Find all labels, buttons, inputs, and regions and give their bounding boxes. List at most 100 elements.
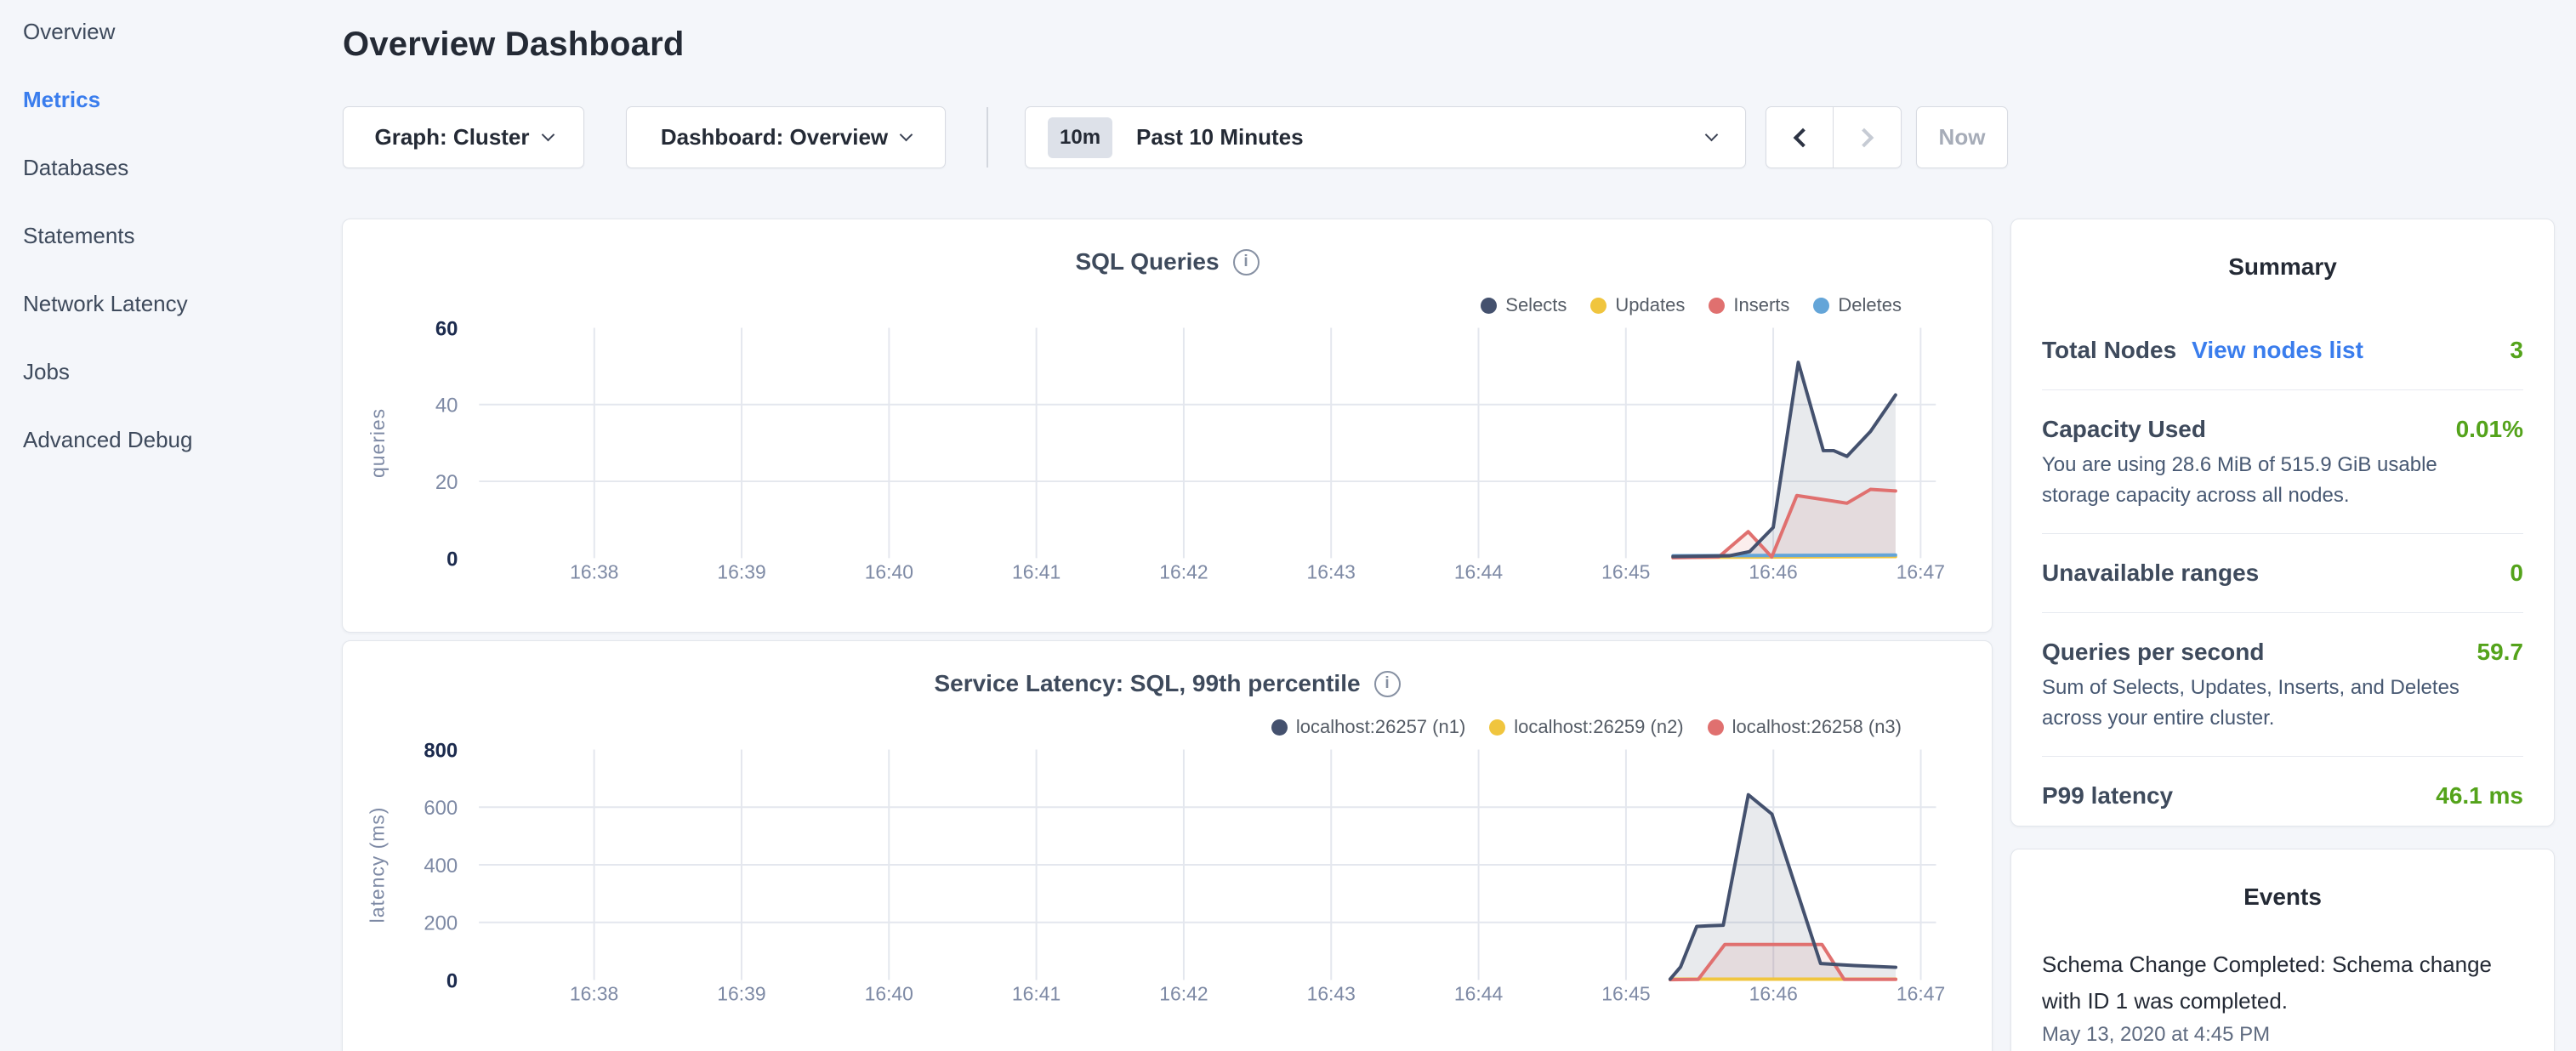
legend-label: Updates — [1615, 294, 1685, 316]
legend-label: localhost:26257 (n1) — [1296, 716, 1465, 738]
graph-scope-dropdown[interactable]: Graph: Cluster — [343, 106, 584, 168]
sidebar-item-jobs[interactable]: Jobs — [23, 354, 192, 422]
summary-row-label: Queries per second — [2042, 635, 2264, 669]
sidebar-item-metrics[interactable]: Metrics — [23, 82, 192, 150]
x-tick-label: 16:42 — [1159, 982, 1208, 1004]
dashboard-dropdown[interactable]: Dashboard: Overview — [626, 106, 946, 168]
summary-row-value: 46.1 ms — [2436, 782, 2523, 810]
info-icon[interactable]: i — [1374, 671, 1401, 697]
sidebar-item-databases[interactable]: Databases — [23, 150, 192, 218]
info-icon[interactable]: i — [1233, 249, 1260, 276]
y-tick-label: 60 — [435, 317, 458, 340]
legend-item[interactable]: Updates — [1590, 294, 1685, 316]
event-item[interactable]: Schema Change Completed: Schema change w… — [2042, 946, 2523, 1047]
sidebar-item-network-latency[interactable]: Network Latency — [23, 286, 192, 354]
y-tick-label: 400 — [424, 855, 458, 878]
x-tick-label: 16:46 — [1749, 560, 1797, 582]
y-tick-label: 600 — [424, 797, 458, 820]
legend-item[interactable]: Selects — [1481, 294, 1567, 316]
graph-scope-dropdown-label: Graph: Cluster — [374, 124, 529, 151]
summary-row-value: 59.7 — [2477, 639, 2524, 666]
now-button[interactable]: Now — [1916, 106, 2008, 168]
summary-row: Capacity Used 0.01% You are using 28.6 MiB… — [2042, 390, 2523, 534]
x-tick-label: 16:39 — [717, 560, 765, 582]
x-tick-label: 16:41 — [1012, 560, 1061, 582]
y-tick-label: 40 — [435, 395, 458, 418]
summary-row: Unavailable ranges 0 — [2042, 534, 2523, 613]
prev-time-range-button[interactable] — [1766, 107, 1834, 168]
x-tick-label: 16:40 — [865, 982, 913, 1004]
event-text: Schema Change Completed: Schema change w… — [2042, 946, 2510, 1020]
y-tick-label: 200 — [424, 912, 458, 935]
legend-item[interactable]: localhost:26258 (n3) — [1708, 716, 1902, 738]
event-timestamp: May 13, 2020 at 4:45 PM — [2042, 1023, 2523, 1047]
y-tick-label: 800 — [424, 739, 458, 762]
summary-row-value: 3 — [2510, 337, 2523, 364]
sql-queries-chart: 16:38 16:39 16:40 16:41 16:42 16:43 16:44 16:45… — [343, 219, 1992, 632]
x-tick-label: 16:43 — [1307, 982, 1356, 1004]
events-panel: Events Schema Change Completed: Schema c… — [2010, 849, 2555, 1051]
x-tick-label: 16:38 — [570, 982, 618, 1004]
sidebar: OverviewMetricsDatabasesStatementsNetwor… — [0, 0, 340, 1051]
y-tick-label: 0 — [446, 969, 458, 992]
legend-label: Inserts — [1733, 294, 1789, 316]
toolbar-divider — [987, 107, 988, 168]
legend-dot-icon — [1271, 719, 1288, 736]
y-tick-label: 0 — [446, 548, 458, 571]
x-tick-label: 16:39 — [717, 982, 765, 1004]
x-tick-label: 16:40 — [865, 560, 913, 582]
page-title: Overview Dashboard — [343, 26, 685, 64]
x-tick-label: 16:42 — [1159, 560, 1208, 582]
series-area — [1670, 795, 1896, 980]
summary-row: P99 latency 46.1 ms — [2042, 757, 2523, 835]
app-root: OverviewMetricsDatabasesStatementsNetwor… — [0, 0, 2576, 1051]
summary-row-value: 0 — [2510, 560, 2523, 587]
summary-row-label: P99 latency — [2042, 779, 2173, 813]
x-tick-label: 16:45 — [1601, 560, 1650, 582]
summary-row-label: Capacity Used — [2042, 412, 2206, 446]
summary-row: Queries per second59.7Sum of Selects, Up… — [2042, 613, 2523, 757]
next-time-range-button[interactable] — [1834, 107, 1901, 168]
summary-row-label: Total Nodes — [2042, 333, 2176, 367]
legend-item[interactable]: localhost:26257 (n1) — [1271, 716, 1465, 738]
service-latency-card: 16:3816:3916:4016:4116:4216:4316:4416:45… — [342, 640, 1993, 1051]
time-range-dropdown[interactable]: 10m Past 10 Minutes — [1025, 106, 1746, 168]
summary-panel: Summary Total Nodes View nodes list 3 Capac… — [2010, 219, 2555, 827]
sidebar-item-overview[interactable]: Overview — [23, 14, 192, 82]
chevron-down-icon — [541, 128, 554, 141]
x-tick-label: 16:47 — [1896, 560, 1945, 582]
y-axis-title: latency (ms) — [367, 807, 389, 923]
summary-row-label: Unavailable ranges — [2042, 556, 2259, 590]
summary-rows: Total Nodes View nodes list 3 Capacity Used… — [2042, 311, 2523, 835]
x-tick-label: 16:46 — [1749, 982, 1798, 1004]
time-range-label: Past 10 Minutes — [1136, 124, 1304, 151]
summary-row-description: You are using 28.6 MiB of 515.9 GiB usab… — [2042, 450, 2501, 511]
x-tick-label: 16:47 — [1896, 982, 1945, 1004]
y-axis-title: queries — [367, 408, 389, 478]
time-range-chip: 10m — [1048, 117, 1112, 158]
legend-label: Selects — [1505, 294, 1567, 316]
summary-row-value: 0.01% — [2456, 416, 2523, 443]
summary-title: Summary — [2042, 253, 2523, 281]
x-tick-label: 16:45 — [1601, 982, 1650, 1004]
x-tick-label: 16:38 — [570, 560, 618, 582]
legend-dot-icon — [1813, 298, 1829, 314]
legend-item[interactable]: Deletes — [1813, 294, 1902, 316]
legend-item[interactable]: Inserts — [1709, 294, 1789, 316]
x-tick-label: 16:44 — [1454, 982, 1504, 1004]
chart-title: Service Latency: SQL, 99th percentile — [934, 670, 1360, 697]
events-list: Schema Change Completed: Schema change w… — [2042, 946, 2523, 1047]
legend-item[interactable]: localhost:26259 (n2) — [1489, 716, 1683, 738]
chevron-down-icon — [1705, 128, 1719, 141]
sidebar-item-statements[interactable]: Statements — [23, 218, 192, 286]
y-tick-label: 20 — [435, 471, 458, 494]
sidebar-item-advanced-debug[interactable]: Advanced Debug — [23, 422, 192, 490]
sidebar-nav: OverviewMetricsDatabasesStatementsNetwor… — [23, 14, 192, 490]
service-latency-chart: 16:3816:3916:4016:4116:4216:4316:4416:45… — [343, 641, 1992, 1051]
view-nodes-list-link[interactable]: View nodes list — [2192, 337, 2363, 364]
chart-legend: localhost:26257 (n1) localhost:26259 (n2)… — [1271, 716, 1902, 738]
x-tick-label: 16:43 — [1307, 560, 1356, 582]
x-tick-label: 16:44 — [1454, 560, 1504, 582]
legend-dot-icon — [1709, 298, 1725, 314]
dashboard-dropdown-label: Dashboard: Overview — [661, 124, 888, 151]
